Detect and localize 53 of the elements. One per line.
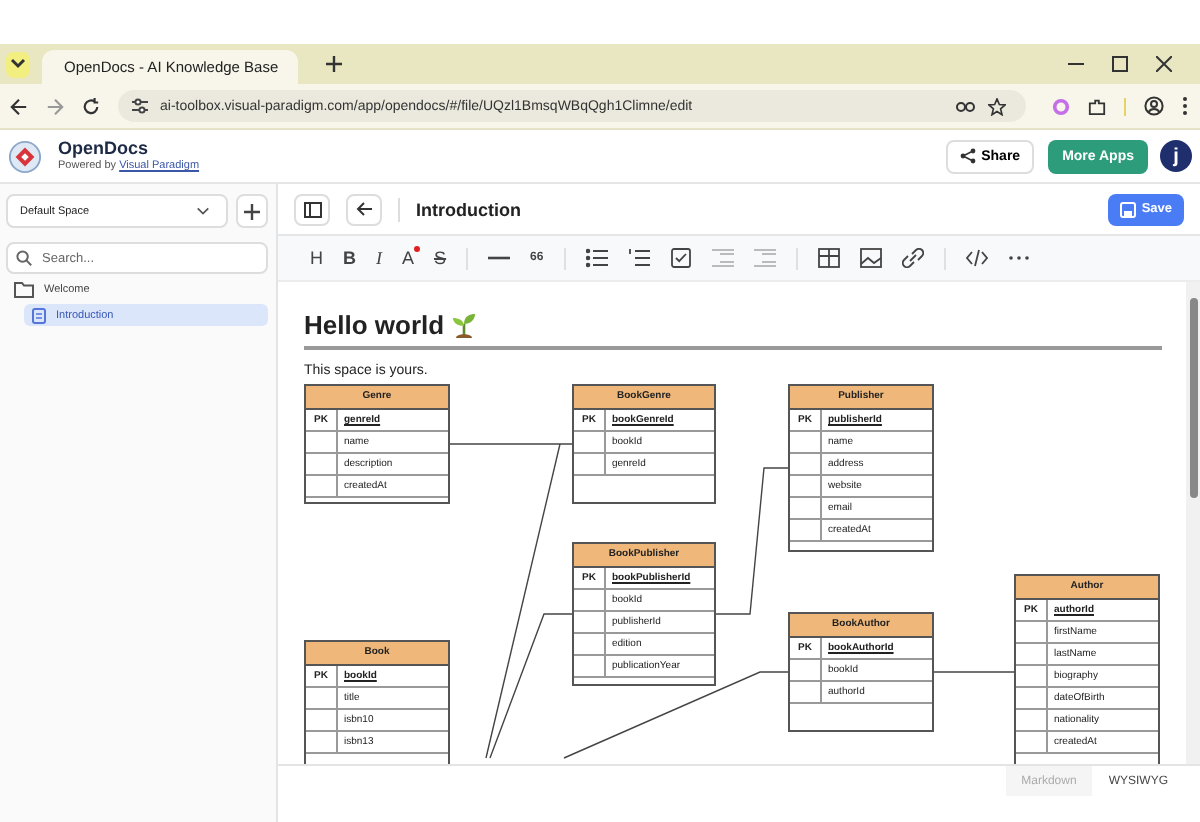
extension-ring-icon[interactable] bbox=[1052, 97, 1070, 115]
bullets-button[interactable] bbox=[585, 246, 608, 270]
link-button[interactable] bbox=[901, 246, 924, 270]
share-icon bbox=[959, 148, 976, 164]
maximize-icon[interactable] bbox=[1112, 56, 1128, 72]
link-icon bbox=[901, 248, 924, 268]
code-icon bbox=[965, 248, 988, 268]
image-icon bbox=[859, 248, 882, 268]
bookmark-star-icon[interactable] bbox=[988, 97, 1006, 115]
strike-button[interactable]: S bbox=[434, 246, 447, 270]
puzzle-icon[interactable] bbox=[1088, 97, 1106, 115]
task-button[interactable] bbox=[669, 246, 692, 270]
numbers-button[interactable] bbox=[627, 246, 650, 270]
user-avatar[interactable]: j bbox=[1160, 140, 1192, 172]
close-icon[interactable] bbox=[1156, 56, 1172, 72]
outdent-icon bbox=[711, 248, 734, 268]
heading-button[interactable]: H bbox=[310, 246, 323, 270]
code-button[interactable] bbox=[965, 246, 988, 270]
table-button[interactable] bbox=[817, 246, 840, 270]
plus-icon bbox=[244, 203, 260, 219]
back-arrow-icon bbox=[356, 202, 372, 216]
new-tab-icon[interactable] bbox=[326, 56, 342, 72]
folder-icon bbox=[14, 281, 34, 297]
app-logo-icon bbox=[8, 139, 42, 173]
reload-icon[interactable] bbox=[82, 97, 100, 115]
menu-icon[interactable] bbox=[1182, 96, 1188, 116]
image-button[interactable] bbox=[859, 246, 882, 270]
numbers-icon bbox=[627, 248, 650, 268]
back-icon[interactable] bbox=[10, 97, 28, 115]
chevron-down-icon bbox=[196, 206, 210, 216]
document-title: Introduction bbox=[416, 199, 521, 219]
scrollbar[interactable] bbox=[1186, 282, 1200, 764]
indent-icon bbox=[753, 248, 776, 268]
color-button[interactable]: A bbox=[402, 246, 415, 270]
task-icon bbox=[669, 248, 692, 268]
connector-line bbox=[933, 671, 1015, 673]
italic-button[interactable]: I bbox=[376, 246, 382, 270]
back-button[interactable] bbox=[346, 193, 382, 225]
sidebar-toggle-button[interactable] bbox=[294, 193, 330, 225]
document-icon bbox=[32, 307, 46, 323]
add-button[interactable] bbox=[236, 194, 268, 228]
bold-button[interactable]: B bbox=[343, 246, 356, 270]
chevron-down-icon bbox=[10, 58, 26, 70]
table-icon bbox=[817, 248, 840, 268]
tab-list-button[interactable] bbox=[6, 51, 30, 77]
forward-icon[interactable] bbox=[46, 97, 64, 115]
sidebar-panel-icon bbox=[303, 201, 321, 217]
bullets-icon bbox=[585, 248, 608, 268]
profile-icon[interactable] bbox=[1144, 96, 1164, 116]
document-heading: Hello world bbox=[304, 310, 445, 340]
app-name: OpenDocs bbox=[58, 140, 151, 160]
site-settings-icon bbox=[132, 98, 148, 114]
seedling-icon bbox=[452, 312, 477, 338]
